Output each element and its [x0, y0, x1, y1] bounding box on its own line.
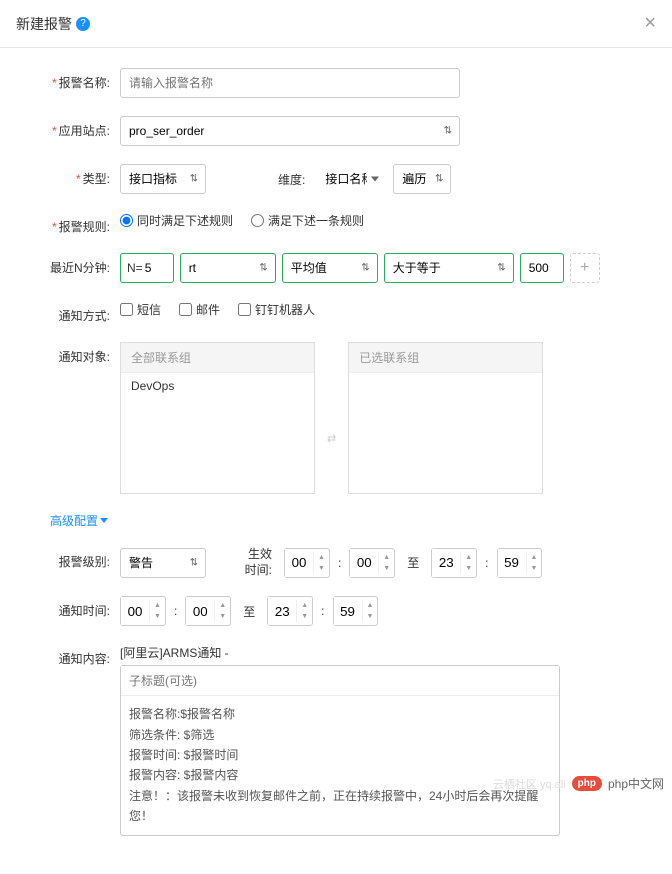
php-badge-icon: php	[572, 776, 602, 791]
op-select[interactable]: 大于等于	[384, 253, 514, 283]
threshold-input[interactable]	[520, 253, 564, 283]
close-icon[interactable]: ×	[644, 12, 656, 35]
type-select[interactable]: 接口指标	[120, 164, 206, 194]
app-site-select[interactable]: pro_ser_order	[120, 116, 460, 146]
sms-checkbox[interactable]: 短信	[120, 301, 161, 318]
notify-m2[interactable]: ▲▼	[333, 596, 379, 626]
label-effect-time: 生效时间:	[236, 547, 278, 578]
label-app-site: 应用站点:	[0, 116, 120, 139]
notify-m1[interactable]: ▲▼	[185, 596, 231, 626]
add-rule-button[interactable]: +	[570, 253, 600, 283]
dimension-mode-select[interactable]: 遍历	[393, 164, 451, 194]
n-input-wrap: N=	[120, 253, 174, 283]
label-notify-content: 通知内容:	[0, 644, 120, 667]
chevron-down-icon	[100, 518, 108, 523]
selected-contacts-header: 已选联系组	[349, 343, 542, 373]
n-value-input[interactable]	[143, 255, 167, 281]
list-item[interactable]: DevOps	[121, 373, 314, 399]
arrow-right-icon[interactable]: ⇄	[327, 432, 336, 445]
agg-select[interactable]: 平均值	[282, 253, 378, 283]
label-notify-time: 通知时间:	[0, 596, 120, 619]
subtitle-input[interactable]	[121, 666, 559, 696]
footer-brand: 云栖社区 yq.ali php php中文网	[493, 775, 664, 792]
content-body[interactable]: 报警名称:$报警名称 筛选条件: $筛选 报警时间: $报警时间 报警内容: $…	[121, 696, 559, 834]
advanced-toggle[interactable]: 高级配置	[0, 512, 656, 529]
metric-select[interactable]: rt	[180, 253, 276, 283]
notify-h1[interactable]: ▲▼	[120, 596, 166, 626]
rule-all-radio[interactable]: 同时满足下述规则	[120, 212, 233, 229]
rule-any-radio[interactable]: 满足下述一条规则	[251, 212, 364, 229]
notify-h2[interactable]: ▲▼	[267, 596, 313, 626]
label-dimension: 维度:	[272, 171, 311, 188]
label-last-n: 最近N分钟:	[0, 253, 120, 276]
dimension-name-select[interactable]: 接口名称	[317, 164, 387, 194]
alarm-name-input[interactable]	[120, 68, 460, 98]
help-icon[interactable]: ?	[76, 17, 90, 31]
label-notify-method: 通知方式:	[0, 301, 120, 324]
dingtalk-checkbox[interactable]: 钉钉机器人	[238, 301, 315, 318]
label-alarm-level: 报警级别:	[0, 547, 120, 570]
label-type: 类型:	[0, 164, 120, 187]
label-alarm-rule: 报警规则:	[0, 212, 120, 235]
all-contacts-list: 全部联系组 DevOps	[120, 342, 315, 494]
content-prefix: [阿里云]ARMS通知 -	[120, 644, 229, 661]
transfer-arrows[interactable]: ⇄	[321, 392, 342, 445]
label-notify-target: 通知对象:	[0, 342, 120, 365]
effect-h1[interactable]: ▲▼	[284, 548, 330, 578]
level-select[interactable]: 警告	[120, 548, 206, 578]
effect-h2[interactable]: ▲▼	[431, 548, 477, 578]
email-checkbox[interactable]: 邮件	[179, 301, 220, 318]
selected-contacts-list: 已选联系组	[348, 342, 543, 494]
label-alarm-name: 报警名称:	[0, 68, 120, 91]
modal-title: 新建报警 ?	[16, 14, 90, 34]
effect-m1[interactable]: ▲▼	[349, 548, 395, 578]
effect-m2[interactable]: ▲▼	[497, 548, 543, 578]
all-contacts-header: 全部联系组	[121, 343, 314, 373]
